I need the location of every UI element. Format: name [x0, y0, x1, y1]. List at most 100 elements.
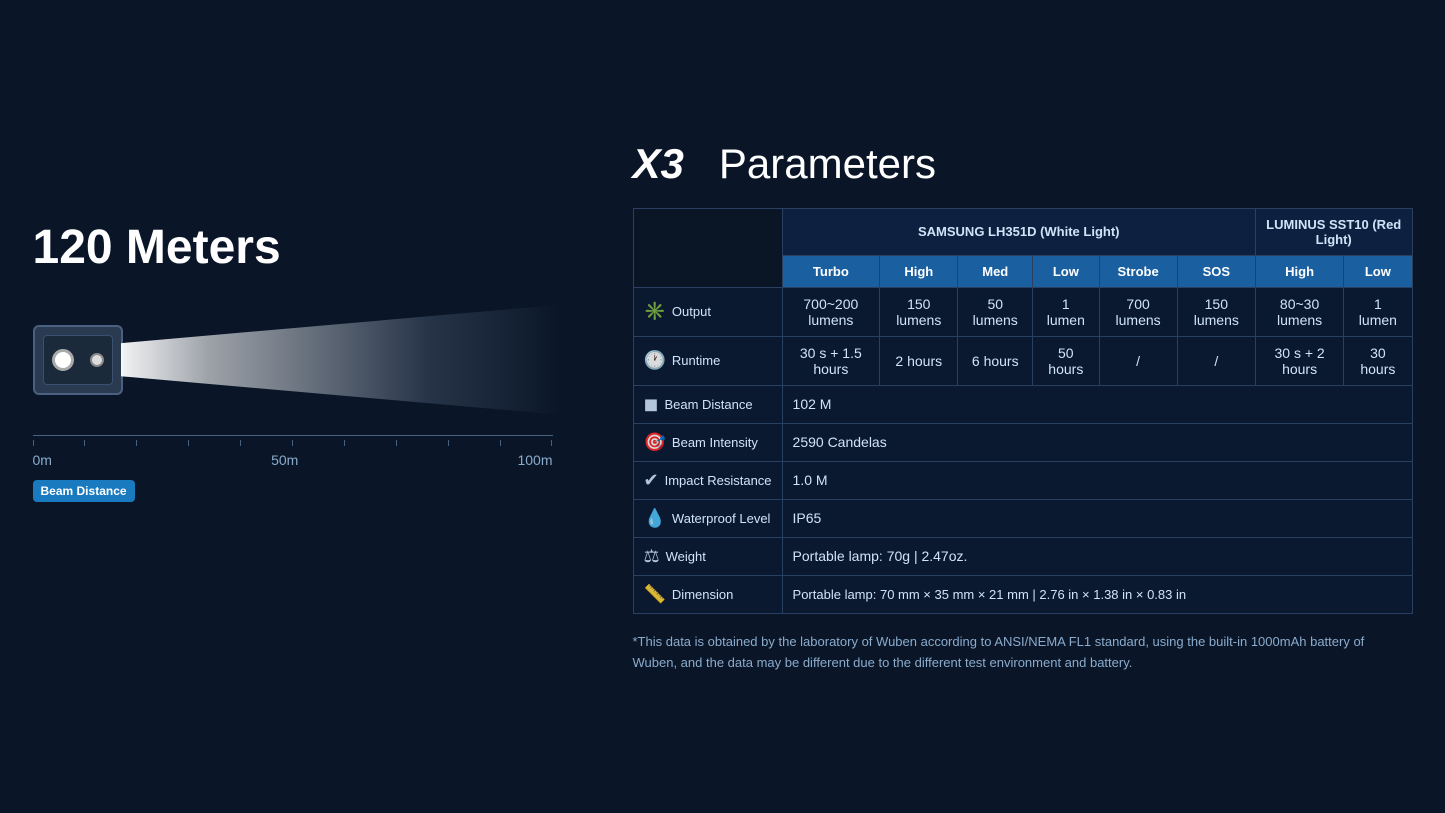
output-strobe: 700 lumens: [1099, 287, 1177, 336]
tick-6: [344, 440, 345, 446]
ruler-labels: 0m 50m 100m: [33, 452, 553, 468]
dimension-label: 📏 Dimension: [644, 584, 772, 605]
table-header-row-1: SAMSUNG LH351D (White Light) LUMINUS SST…: [633, 208, 1412, 255]
footnote: *This data is obtained by the laboratory…: [633, 632, 1393, 674]
tick-0: [33, 440, 34, 446]
output-med: 50 lumens: [958, 287, 1033, 336]
beam-distance-text: Beam Distance: [664, 397, 752, 412]
mode-med: Med: [958, 255, 1033, 287]
mode-turbo: Turbo: [782, 255, 880, 287]
dimension-value: Portable lamp: 70 mm × 35 mm × 21 mm | 2…: [782, 575, 1412, 613]
left-panel: 120 Meters 0m 50m: [33, 140, 593, 502]
mode-l-low: Low: [1344, 255, 1412, 287]
output-label: ✳️ Output: [644, 301, 772, 322]
tick-1: [84, 440, 85, 446]
beam-distance-icon-cell: ◼ Beam Distance: [633, 385, 782, 423]
weight-label: ⚖ Weight: [644, 546, 772, 567]
weight-value: Portable lamp: 70g | 2.47oz.: [782, 537, 1412, 575]
runtime-label: 🕐 Runtime: [644, 350, 772, 371]
output-turbo: 700~200 lumens: [782, 287, 880, 336]
ansi-header: [633, 208, 782, 287]
tick-7: [396, 440, 397, 446]
waterproof-text: Waterproof Level: [672, 511, 771, 526]
right-panel: X3 Parameters SAMSUNG LH351D (White Ligh…: [633, 140, 1413, 674]
tick-2: [136, 440, 137, 446]
output-l-low: 1 lumen: [1344, 287, 1412, 336]
lens-main: [52, 349, 74, 371]
beam-distance-value: 102 M: [782, 385, 1412, 423]
waterproof-row: 💧 Waterproof Level IP65: [633, 499, 1412, 537]
impact-resistance-text: Impact Resistance: [665, 473, 772, 488]
main-container: 120 Meters 0m 50m: [33, 110, 1413, 704]
runtime-med: 6 hours: [958, 336, 1033, 385]
output-sos: 150 lumens: [1177, 287, 1255, 336]
beam-intensity-row: 🎯 Beam Intensity 2590 Candelas: [633, 423, 1412, 461]
weight-row: ⚖ Weight Portable lamp: 70g | 2.47oz.: [633, 537, 1412, 575]
ruler-label-50: 50m: [271, 452, 298, 468]
dimension-row: 📏 Dimension Portable lamp: 70 mm × 35 mm…: [633, 575, 1412, 613]
luminus-header: LUMINUS SST10 (Red Light): [1255, 208, 1412, 255]
runtime-icon-cell: 🕐 Runtime: [633, 336, 782, 385]
beam-intensity-text: Beam Intensity: [672, 435, 758, 450]
beam-distance-badge: Beam Distance: [33, 480, 135, 502]
weight-icon-cell: ⚖ Weight: [633, 537, 782, 575]
beam-distance-title: 120 Meters: [33, 220, 593, 275]
waterproof-icon: 💧: [644, 508, 666, 529]
runtime-row: 🕐 Runtime 30 s + 1.5 hours 2 hours 6 hou…: [633, 336, 1412, 385]
model-name: X3: [633, 140, 684, 187]
page-subtitle: Parameters: [719, 140, 936, 187]
runtime-l-low: 30 hours: [1344, 336, 1412, 385]
runtime-l-high: 30 s + 2 hours: [1255, 336, 1343, 385]
tick-4: [240, 440, 241, 446]
runtime-strobe: /: [1099, 336, 1177, 385]
mode-strobe: Strobe: [1099, 255, 1177, 287]
impact-resistance-value: 1.0 M: [782, 461, 1412, 499]
impact-resistance-label: ✔ Impact Resistance: [644, 470, 772, 491]
runtime-text: Runtime: [672, 353, 720, 368]
mode-low: Low: [1033, 255, 1099, 287]
tick-3: [188, 440, 189, 446]
output-icon-cell: ✳️ Output: [633, 287, 782, 336]
output-text: Output: [672, 304, 711, 319]
beam-distance-label: ◼ Beam Distance: [644, 394, 772, 415]
beam-intensity-label: 🎯 Beam Intensity: [644, 432, 772, 453]
ruler-line: [33, 435, 553, 436]
output-low: 1 lumen: [1033, 287, 1099, 336]
output-high: 150 lumens: [880, 287, 958, 336]
impact-resistance-row: ✔ Impact Resistance 1.0 M: [633, 461, 1412, 499]
beam-intensity-icon: 🎯: [644, 432, 666, 453]
output-icon: ✳️: [644, 301, 666, 322]
dimension-icon-cell: 📏 Dimension: [633, 575, 782, 613]
params-table: SAMSUNG LH351D (White Light) LUMINUS SST…: [633, 208, 1413, 614]
page-title: X3 Parameters: [633, 140, 1413, 188]
beam-intensity-icon-cell: 🎯 Beam Intensity: [633, 423, 782, 461]
runtime-turbo: 30 s + 1.5 hours: [782, 336, 880, 385]
beam-visual: [33, 305, 553, 425]
output-l-high: 80~30 lumens: [1255, 287, 1343, 336]
mode-sos: SOS: [1177, 255, 1255, 287]
ruler-label-100: 100m: [517, 452, 552, 468]
ruler-ticks: [33, 440, 553, 446]
output-row: ✳️ Output 700~200 lumens 150 lumens 50 l…: [633, 287, 1412, 336]
runtime-high: 2 hours: [880, 336, 958, 385]
runtime-low: 50 hours: [1033, 336, 1099, 385]
flashlight-body: [33, 325, 123, 395]
runtime-sos: /: [1177, 336, 1255, 385]
beam-cone: [121, 305, 561, 415]
tick-5: [292, 440, 293, 446]
runtime-icon: 🕐: [644, 350, 666, 371]
mode-l-high: High: [1255, 255, 1343, 287]
mode-high: High: [880, 255, 958, 287]
tick-10: [551, 440, 552, 446]
beam-distance-icon: ◼: [644, 394, 659, 415]
waterproof-value: IP65: [782, 499, 1412, 537]
tick-8: [448, 440, 449, 446]
flashlight-inner: [43, 335, 113, 385]
tick-9: [500, 440, 501, 446]
samsung-header: SAMSUNG LH351D (White Light): [782, 208, 1255, 255]
impact-resistance-icon-cell: ✔ Impact Resistance: [633, 461, 782, 499]
impact-resistance-icon: ✔: [644, 470, 659, 491]
waterproof-label: 💧 Waterproof Level: [644, 508, 772, 529]
beam-intensity-value: 2590 Candelas: [782, 423, 1412, 461]
dimension-text: Dimension: [672, 587, 733, 602]
